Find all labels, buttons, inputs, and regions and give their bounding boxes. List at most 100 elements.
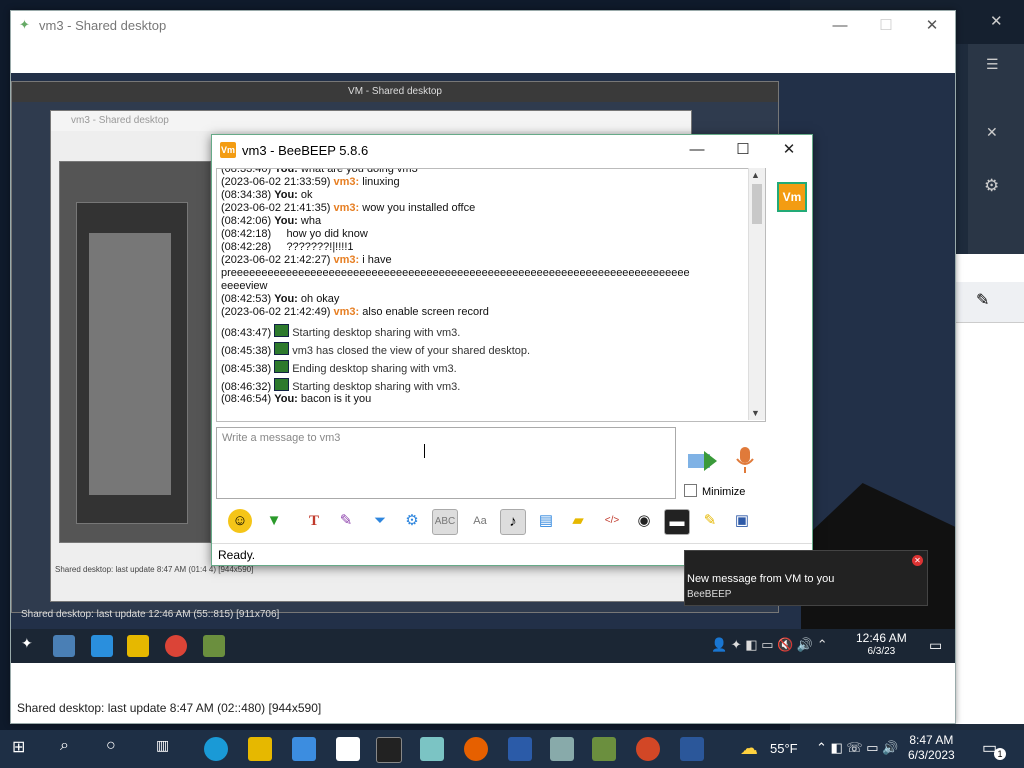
message-time: (08:34:38) [221,189,272,201]
nested-window-4 [76,202,188,524]
filter-icon[interactable]: ⏷ [368,509,392,533]
notification-popup[interactable]: ✕ New message from VM to you BeeBEEP [684,550,928,606]
emoji-icon[interactable]: ☺ [228,509,252,533]
message-time: (2023-06-02 21:42:49) [221,306,331,318]
minimize-button[interactable]: — [674,139,720,161]
scrollbar-thumb[interactable] [752,184,762,224]
nested-title-2: vm3 - Shared desktop [51,111,691,131]
close-button[interactable]: ✕ [909,15,955,37]
menu-icon[interactable]: ☰ [986,56,999,73]
nested-status-2: Shared desktop: last update 8:47 AM (01:… [55,565,254,574]
color-icon[interactable]: ✎ [334,509,358,533]
scroll-up-icon[interactable]: ▲ [751,170,760,180]
terminal-icon[interactable] [376,737,402,763]
weather-icon[interactable]: ☁ [740,738,758,759]
share-folder-icon[interactable]: ▰ [566,509,590,533]
chat-message: (2023-06-02 21:42:27) vm3: i have [221,254,392,266]
title-bar: Vm vm3 - BeeBEEP 5.8.6 — ☐ ✕ [212,135,812,165]
voice-message-button[interactable] [734,445,756,475]
powershell-icon[interactable] [508,737,532,761]
pencil-icon[interactable]: ✎ [976,290,989,310]
remote-clock[interactable]: 12:46 AM 6/3/23 [856,632,907,658]
message-text: wha [297,215,322,227]
mail-icon[interactable] [336,737,360,761]
remote-desktop-icon[interactable] [550,737,574,761]
windows-start-icon[interactable]: ⊞ [12,737,36,761]
system-tray-icons[interactable]: 👤 ✦ ◧ ▭ 🔇 🔊 ⌃ [711,637,828,653]
beebeep-app-icon: Vm [220,142,236,158]
task-view-icon[interactable]: ▥ [156,737,180,761]
folder-icon[interactable] [127,635,149,657]
close-icon[interactable]: ✕ [990,12,1003,30]
record-icon[interactable]: ◉ [632,509,656,533]
chat-message: (08:42:06) You: wha [221,215,321,227]
chat-scrollbar[interactable]: ▲ ▼ [748,168,765,420]
scroll-down-icon[interactable]: ▼ [751,408,760,418]
desktop-share-icon [274,378,290,391]
close-icon[interactable]: ✕ [986,124,998,141]
minimize-button[interactable]: — [817,15,863,37]
firefox-icon[interactable] [464,737,488,761]
word-icon[interactable] [680,737,704,761]
weather-temperature[interactable]: 55°F [770,741,798,756]
message-text: wow you installed offce [359,202,476,214]
message-sender: vm3: [333,202,360,214]
send-file-icon[interactable]: ▤ [534,509,558,533]
font-icon[interactable]: T [302,509,326,533]
music-icon[interactable]: ♪ [500,509,526,535]
checkbox-box[interactable] [684,484,697,497]
send-button[interactable] [686,448,718,474]
message-sender: You: [274,168,298,175]
app-icon[interactable] [420,737,444,761]
system-tray-icons[interactable]: ⌃ ◧ ☏ ▭ 🔊 [816,740,898,756]
cortana-icon[interactable]: ○ [106,737,130,761]
chat-message: (08:42:18) how yo did know [221,228,368,240]
message-text: also enable screen record [359,306,489,318]
gear-icon[interactable]: ⚙ [984,176,999,196]
message-time: (2023-06-02 21:41:35) [221,202,331,214]
title-bar: ✦ vm3 - Shared desktop — ☐ ✕ [11,11,955,41]
font-size-icon[interactable]: Aa [468,509,492,533]
minimize-label: Minimize [702,486,746,498]
background-sidebar: ☰ ✕ ⚙ [968,44,1024,254]
screenshot-icon[interactable]: ▬ [664,509,690,535]
edge-icon[interactable] [204,737,228,761]
beebeep-icon[interactable] [203,635,225,657]
minimize-checkbox[interactable]: Minimize [684,484,745,498]
message-time: (08:46:32) [221,381,272,393]
store-icon[interactable] [91,635,113,657]
settings-icon[interactable]: ⚙ [400,509,424,533]
search-icon[interactable]: ⌕ [60,737,84,761]
code-icon[interactable]: </> [600,509,624,533]
user-avatar[interactable]: Vm [777,182,807,212]
save-icon[interactable]: ▣ [730,509,754,533]
clock[interactable]: 8:47 AM 6/3/2023 [908,733,955,763]
file-explorer-icon[interactable] [248,737,272,761]
beebeep-icon[interactable] [592,737,616,761]
maximize-button[interactable]: ☐ [720,139,766,161]
chat-history[interactable]: (08:33:40) You: what are you doing vm3 (2… [216,168,766,422]
maximize-button[interactable]: ☐ [863,15,909,37]
powerpoint-icon[interactable] [636,737,660,761]
chat-message: (2023-06-02 21:42:49) vm3: also enable s… [221,306,489,318]
task-view-icon[interactable] [53,635,75,657]
message-placeholder: Write a message to vm3 [222,432,341,444]
spellcheck-icon[interactable]: ABC [432,509,458,535]
start-icon[interactable]: ✦ [21,635,43,657]
chrome-icon[interactable] [165,635,187,657]
message-time: (2023-06-02 21:42:27) [221,254,331,266]
message-text: vm3 has closed the view of your shared d… [292,345,531,357]
status-text: Ready. [218,548,256,562]
desktop-share-icon [274,342,290,355]
message-input[interactable]: Write a message to vm3 [216,427,676,499]
store-icon[interactable] [292,737,316,761]
close-button[interactable]: ✕ [766,139,812,161]
close-icon[interactable]: ✕ [912,555,923,566]
chat-message: eeeeview [221,280,267,292]
notes-icon[interactable]: ✎ [698,509,722,533]
chat-message: (2023-06-02 21:41:35) vm3: wow you insta… [221,202,475,214]
chat-message: (2023-06-02 21:33:59) vm3: linuxing [221,176,400,188]
bee-green-icon[interactable]: ▼ [262,509,286,533]
message-text: Starting desktop sharing with vm3. [292,381,461,393]
notification-icon[interactable]: ▭ [929,637,942,654]
